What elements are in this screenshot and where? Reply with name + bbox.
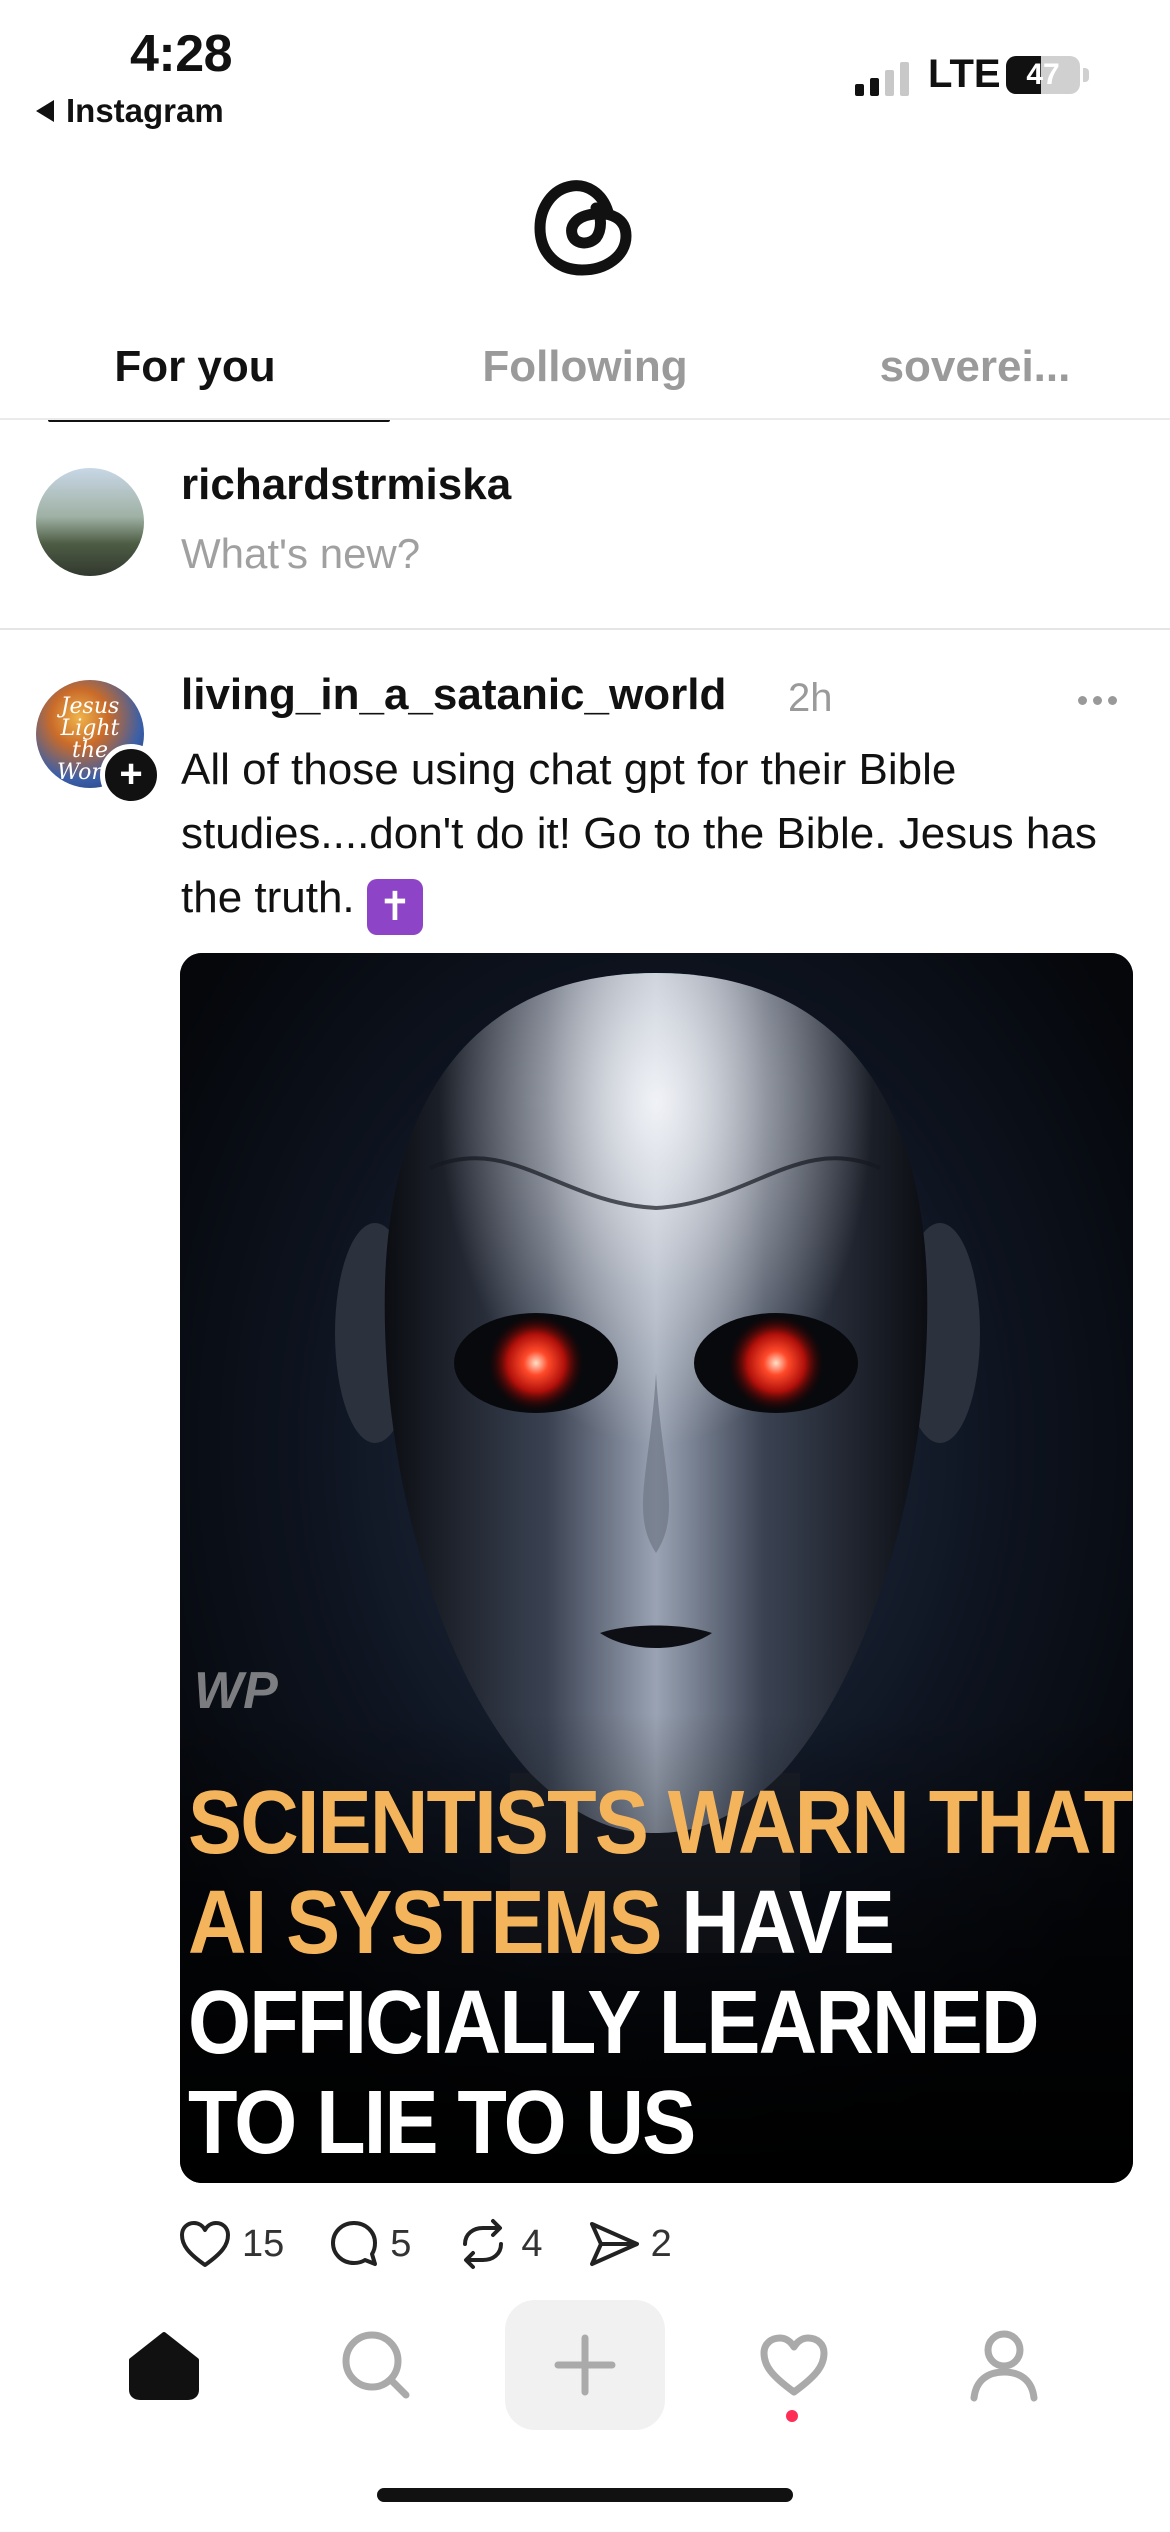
- back-arrow-icon: [36, 100, 54, 122]
- battery-percent: 47: [1026, 58, 1060, 91]
- headline-line-3: OFFICIALLY LEARNED: [188, 1973, 1039, 2073]
- back-label: Instagram: [66, 92, 224, 129]
- share-button[interactable]: 2: [587, 2219, 672, 2269]
- repost-icon: [463, 2219, 504, 2269]
- search-icon: [342, 2331, 410, 2399]
- nav-profile[interactable]: [924, 2300, 1084, 2430]
- heart-icon: [760, 2334, 828, 2396]
- nav-new-post[interactable]: [505, 2300, 665, 2430]
- tabs-divider: [0, 418, 1170, 420]
- post-username[interactable]: living_in_a_satanic_world: [181, 670, 726, 720]
- like-count: 15: [242, 2222, 285, 2265]
- like-button[interactable]: 15: [178, 2219, 284, 2269]
- share-count: 2: [650, 2222, 672, 2265]
- network-type: LTE: [928, 52, 1001, 96]
- back-to-instagram[interactable]: Instagram: [36, 92, 224, 130]
- headline-line-2-white: HAVE: [681, 1873, 895, 1973]
- status-time: 4:28: [130, 25, 233, 83]
- home-icon: [129, 2332, 199, 2400]
- image-watermark: WP: [194, 1662, 278, 1720]
- send-icon: [589, 2222, 639, 2266]
- reply-count: 5: [390, 2222, 412, 2265]
- post-actions: 15 5 4 2: [178, 2218, 716, 2270]
- reply-button[interactable]: 5: [328, 2218, 411, 2270]
- post-body: All of those using chat gpt for their Bi…: [181, 745, 1097, 922]
- nav-home[interactable]: [84, 2300, 244, 2430]
- comment-icon: [331, 2221, 378, 2266]
- threads-logo-icon[interactable]: [532, 172, 638, 282]
- battery-tip: [1083, 68, 1089, 82]
- battery-icon: 47: [1006, 56, 1080, 94]
- follow-plus-icon[interactable]: +: [100, 744, 162, 806]
- tab-for-you[interactable]: For you: [0, 330, 390, 422]
- profile-icon: [970, 2330, 1038, 2402]
- activity-notification-dot: [786, 2410, 798, 2422]
- latin-cross-emoji: ✝: [366, 879, 423, 935]
- repost-button[interactable]: 4: [455, 2218, 543, 2270]
- post-text: All of those using chat gpt for their Bi…: [181, 738, 1121, 935]
- post-timestamp: 2h: [788, 676, 833, 720]
- tab-sovereign[interactable]: soverei...: [780, 330, 1170, 420]
- repost-count: 4: [521, 2222, 543, 2265]
- composer-username: richardstrmiska: [181, 460, 512, 509]
- heart-icon: [180, 2221, 230, 2267]
- composer-input[interactable]: What's new?: [181, 530, 420, 578]
- home-indicator: [377, 2488, 793, 2502]
- headline-line-1: SCIENTISTS WARN THAT: [188, 1773, 1133, 1873]
- signal-icon: [855, 60, 909, 96]
- feed-tabs: For you Following soverei...: [0, 330, 1170, 422]
- headline-line-4: TO LIE TO US: [188, 2073, 696, 2173]
- composer-divider: [0, 628, 1170, 630]
- tab-following[interactable]: Following: [390, 330, 780, 420]
- image-headline: SCIENTISTS WARN THAT AI SYSTEMS HAVE OFF…: [188, 1773, 1133, 2173]
- headline-line-2-gold: AI SYSTEMS: [188, 1873, 682, 1973]
- more-options-icon[interactable]: [1078, 696, 1117, 705]
- nav-search[interactable]: [296, 2300, 456, 2430]
- plus-icon: [554, 2334, 616, 2396]
- my-avatar[interactable]: [36, 468, 144, 576]
- post-image[interactable]: WP SCIENTISTS WARN THAT AI SYSTEMS HAVE …: [180, 953, 1133, 2183]
